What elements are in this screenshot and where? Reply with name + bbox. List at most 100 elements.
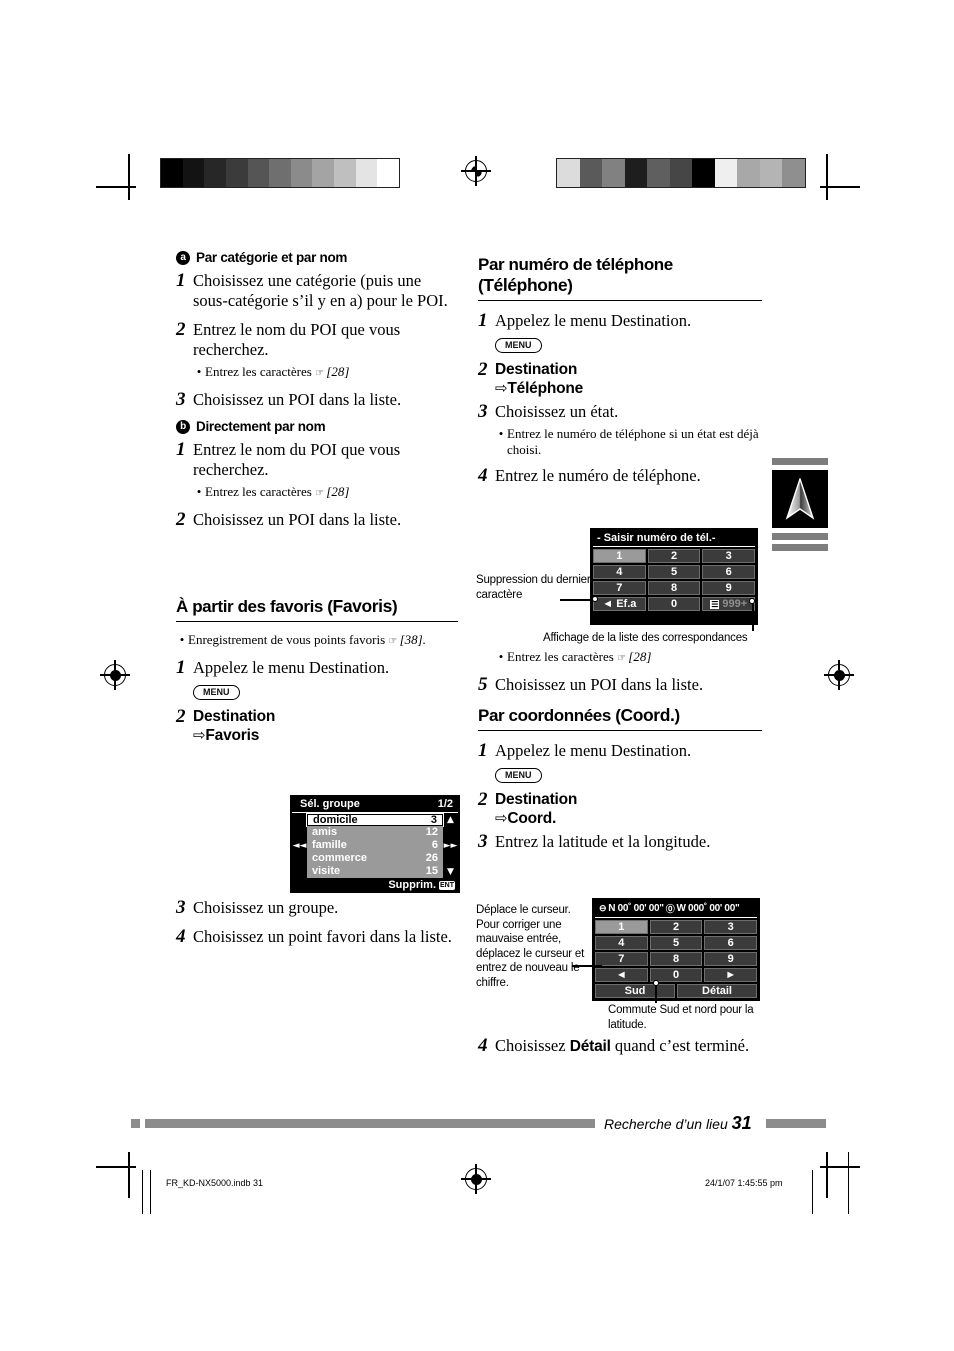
footer-rule-main bbox=[145, 1119, 595, 1128]
crop-mark-br-v bbox=[826, 1152, 828, 1198]
step-b1: 1 Entrez le nom du POI que vous recherch… bbox=[176, 440, 458, 480]
list-row[interactable]: amis 12 bbox=[292, 826, 458, 839]
calibration-swatch bbox=[602, 159, 625, 187]
step-number: 3 bbox=[176, 389, 186, 410]
key-5[interactable]: 5 bbox=[647, 565, 701, 579]
note-text: Enregistrement de vous points favoris bbox=[188, 632, 386, 647]
coord-header-lat: N 00˚ 00' 00" bbox=[608, 903, 664, 914]
screen-blank-area bbox=[593, 611, 755, 622]
key-cursor-right[interactable]: ► bbox=[704, 968, 758, 982]
key-2[interactable]: 2 bbox=[647, 549, 701, 563]
list-row[interactable]: ◄◄ famille 6 ►► bbox=[292, 839, 458, 852]
key-7[interactable]: 7 bbox=[593, 581, 646, 595]
bullet-text: Entrez les caractères bbox=[205, 364, 312, 379]
marker-b-icon: b bbox=[176, 420, 190, 434]
heading-line1: Par numéro de téléphone bbox=[478, 255, 673, 274]
key-9[interactable]: 9 bbox=[702, 581, 756, 595]
step-number: 3 bbox=[478, 831, 488, 852]
key-9[interactable]: 9 bbox=[704, 952, 758, 966]
key-6[interactable]: 6 bbox=[702, 565, 756, 579]
key-3[interactable]: 3 bbox=[704, 920, 758, 934]
step-a2: 2 Entrez le nom du POI que vous recherch… bbox=[176, 320, 458, 360]
step-ui-term: Détail bbox=[569, 1038, 611, 1055]
leader-line-sud bbox=[655, 985, 657, 1003]
screen-page-indicator: 1/2 bbox=[437, 798, 453, 810]
keypad-row: 1 2 3 bbox=[595, 920, 758, 934]
note-ref: [38]. bbox=[399, 632, 426, 647]
button-sud[interactable]: Sud bbox=[595, 984, 675, 998]
step-text: Choisissez un POI dans la liste. bbox=[193, 390, 402, 409]
menu-path-destination: Destination bbox=[193, 708, 276, 725]
group-item-commerce[interactable]: commerce 26 bbox=[307, 852, 443, 865]
bullet-text: Entrez les caractères bbox=[507, 649, 614, 664]
key-8[interactable]: 8 bbox=[649, 952, 703, 966]
group-item-amis[interactable]: amis 12 bbox=[307, 826, 443, 839]
bullet-ref: [28] bbox=[326, 364, 350, 379]
key-match-list[interactable]: ☰ 999+ bbox=[702, 597, 756, 611]
key-4[interactable]: 4 bbox=[593, 565, 646, 579]
list-row[interactable]: commerce 26 bbox=[292, 852, 458, 865]
step-text: Entrez le nom du POI que vous recherchez… bbox=[193, 320, 401, 359]
group-count: 12 bbox=[425, 826, 438, 838]
key-6[interactable]: 6 bbox=[704, 936, 758, 950]
step-number: 1 bbox=[176, 657, 186, 678]
pointing-hand-icon: ☞ bbox=[315, 368, 324, 379]
nav-next-icon[interactable]: ►► bbox=[443, 841, 458, 851]
tel-step-5: 5 Choisissez un POI dans la liste. bbox=[478, 675, 762, 695]
scroll-down-icon[interactable]: ▼ bbox=[443, 867, 458, 877]
key-8[interactable]: 8 bbox=[647, 581, 701, 595]
key-cursor-left[interactable]: ◄ bbox=[595, 968, 648, 982]
step-prefix: Choisissez bbox=[495, 1036, 570, 1055]
button-detail[interactable]: Détail bbox=[677, 984, 757, 998]
arrow-icon: ⇨ bbox=[495, 379, 508, 397]
calibration-swatch bbox=[204, 159, 226, 187]
coord-header: ⊖ N 00˚ 00' 00" ⓪ W 000˚ 00' 00" bbox=[595, 901, 757, 918]
step-number: 4 bbox=[478, 465, 488, 486]
tel-tail: • Entrez les caractères ☞ [28] 5 Choisis… bbox=[478, 647, 762, 861]
menu-path-telephone: Téléphone bbox=[507, 380, 584, 397]
callout-commute-sud-nord: Commute Sud et nord pour la latitude. bbox=[608, 1004, 754, 1031]
tel-step-1: 1 Appelez le menu Destination. bbox=[478, 311, 762, 331]
subsection-a-heading: a Par catégorie et par nom bbox=[176, 250, 458, 265]
scroll-up-icon[interactable]: ▲ bbox=[443, 815, 458, 825]
coord-step-4-wrap: 4 Choisissez Détail quand c’est terminé. bbox=[478, 1036, 762, 1066]
key-3[interactable]: 3 bbox=[702, 549, 756, 563]
registration-mark-bottom bbox=[461, 1164, 491, 1194]
nav-prev-icon[interactable]: ◄◄ bbox=[292, 841, 307, 851]
coord-entry-screen: ⊖ N 00˚ 00' 00" ⓪ W 000˚ 00' 00" 1 2 3 4… bbox=[592, 898, 760, 1001]
calibration-swatch bbox=[692, 159, 715, 187]
menu-button-coord[interactable]: MENU bbox=[495, 768, 542, 783]
delete-label[interactable]: Supprim. bbox=[388, 879, 436, 891]
key-1[interactable]: 1 bbox=[595, 920, 648, 934]
list-icon: ☰ bbox=[710, 599, 720, 609]
key-1[interactable]: 1 bbox=[593, 549, 646, 563]
left-column: a Par catégorie et par nom 1 Choisissez … bbox=[176, 250, 458, 749]
keypad-footer-row: Sud Détail bbox=[595, 984, 757, 998]
step-number: 2 bbox=[478, 359, 488, 380]
key-2[interactable]: 2 bbox=[649, 920, 703, 934]
bullet-entrez-caracteres-b: • Entrez les caractères ☞ [28] bbox=[193, 484, 458, 502]
menu-path-favoris: Favoris bbox=[205, 727, 260, 744]
group-count: 6 bbox=[431, 839, 438, 851]
list-row[interactable]: domicile 3 ▲ bbox=[292, 813, 458, 826]
menu-button-telephone[interactable]: MENU bbox=[495, 338, 542, 353]
crop-mark-br-h bbox=[820, 1166, 860, 1168]
heading-ui-term: Coord. bbox=[620, 705, 675, 725]
key-0[interactable]: 0 bbox=[647, 597, 701, 611]
coord-step-2: 2 Destination ⇨Coord. bbox=[478, 790, 762, 828]
key-4[interactable]: 4 bbox=[595, 936, 648, 950]
group-item-visite[interactable]: visite 15 bbox=[307, 865, 443, 878]
list-row[interactable]: visite 15 ▼ bbox=[292, 865, 458, 878]
key-5[interactable]: 5 bbox=[649, 936, 703, 950]
group-item-domicile[interactable]: domicile 3 bbox=[307, 813, 443, 826]
bullet-dot-icon: • bbox=[196, 364, 202, 379]
group-item-famille[interactable]: famille 6 bbox=[307, 839, 443, 852]
calibration-swatch bbox=[624, 159, 648, 187]
key-delete-backspace[interactable]: ◄ Ef.a bbox=[593, 597, 646, 611]
tel-bullet-caracteres: • Entrez les caractères ☞ [28] bbox=[495, 649, 762, 667]
key-7[interactable]: 7 bbox=[595, 952, 648, 966]
menu-button-favoris[interactable]: MENU bbox=[193, 685, 240, 700]
calibration-swatch bbox=[334, 159, 356, 187]
keypad-row: 7 8 9 bbox=[593, 581, 756, 595]
leader-line-curseur bbox=[572, 965, 602, 967]
